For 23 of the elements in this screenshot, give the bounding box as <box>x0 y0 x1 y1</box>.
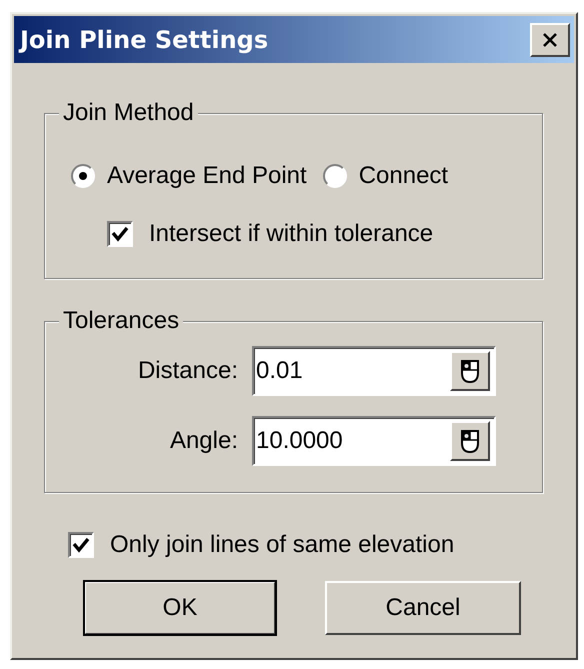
checkbox[interactable] <box>107 221 133 247</box>
checkbox-label: Intersect if within tolerance <box>149 220 434 248</box>
mouse-icon <box>459 358 481 384</box>
radio-button[interactable] <box>71 164 95 188</box>
radio-label: Connect <box>358 162 448 190</box>
field-label: Angle: <box>168 427 238 455</box>
mouse-button[interactable] <box>450 421 490 461</box>
checkbox[interactable] <box>68 532 94 558</box>
ok-button[interactable]: OK <box>84 581 276 635</box>
checkbox-label: Only join lines of same elevation <box>110 531 454 559</box>
input-field[interactable]: 0.01 <box>252 346 496 396</box>
input-field[interactable]: 10.0000 <box>252 416 496 466</box>
check-icon <box>110 225 130 243</box>
window-title: Join Pline Settings <box>20 26 268 54</box>
mouse-button[interactable] <box>450 351 490 391</box>
cancel-button[interactable]: Cancel <box>325 581 521 635</box>
radio-button[interactable] <box>322 164 347 188</box>
close-icon <box>542 32 558 46</box>
radio-label: Average End Point <box>107 162 307 190</box>
check-icon <box>71 536 91 554</box>
field-label: Distance: <box>136 357 238 385</box>
mouse-icon <box>459 428 481 454</box>
close-button[interactable] <box>530 22 570 56</box>
